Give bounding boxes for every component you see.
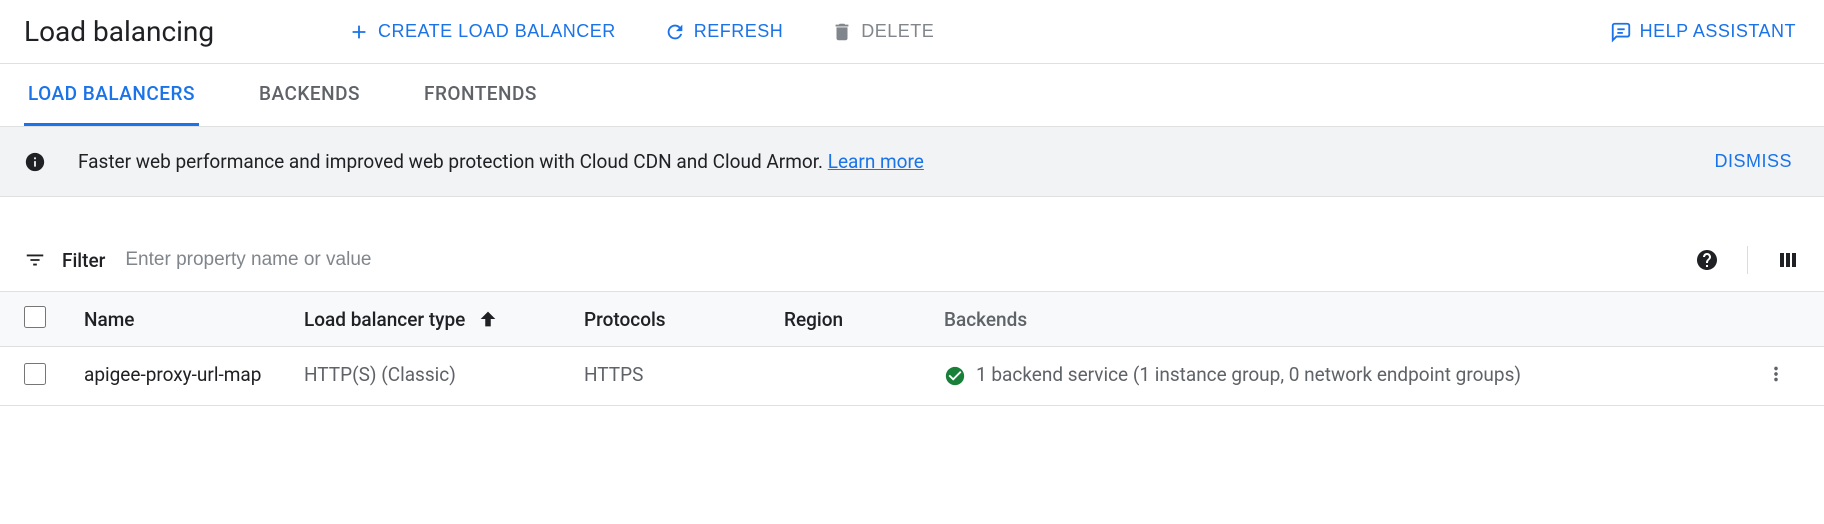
column-header-backends[interactable]: Backends xyxy=(944,308,1752,331)
info-banner: Faster web performance and improved web … xyxy=(0,127,1824,197)
help-icon[interactable] xyxy=(1695,248,1719,272)
check-circle-icon xyxy=(944,365,966,387)
dismiss-button[interactable]: DISMISS xyxy=(1706,147,1800,176)
column-header-type[interactable]: Load balancer type xyxy=(304,308,584,331)
cell-type: HTTP(S) (Classic) xyxy=(304,363,584,386)
banner-text: Faster web performance and improved web … xyxy=(78,150,1674,173)
delete-button[interactable]: DELETE xyxy=(827,13,938,51)
column-header-protocols[interactable]: Protocols xyxy=(584,308,784,331)
create-load-balancer-button[interactable]: CREATE LOAD BALANCER xyxy=(344,13,620,51)
row-checkbox[interactable] xyxy=(24,363,46,385)
filter-bar: Filter xyxy=(0,229,1824,291)
table-header: Name Load balancer type Protocols Region… xyxy=(0,291,1824,347)
backends-text: 1 backend service (1 instance group, 0 n… xyxy=(976,363,1521,386)
page-title: Load balancing xyxy=(24,15,304,48)
filter-label: Filter xyxy=(62,249,105,272)
cell-protocols: HTTPS xyxy=(584,363,784,386)
cell-backends: 1 backend service (1 instance group, 0 n… xyxy=(944,363,1752,387)
sort-ascending-icon xyxy=(477,308,499,330)
chat-icon xyxy=(1610,21,1632,43)
refresh-label: REFRESH xyxy=(694,21,784,42)
column-header-type-label: Load balancer type xyxy=(304,308,465,331)
filter-icon xyxy=(24,249,46,271)
plus-icon xyxy=(348,21,370,43)
banner-message: Faster web performance and improved web … xyxy=(78,150,828,173)
trash-icon xyxy=(831,21,853,43)
filter-input[interactable] xyxy=(121,245,1679,275)
page-header: Load balancing CREATE LOAD BALANCER REFR… xyxy=(0,0,1824,64)
info-icon xyxy=(24,151,46,173)
columns-icon[interactable] xyxy=(1776,248,1800,272)
help-label: HELP ASSISTANT xyxy=(1640,21,1796,42)
table-row[interactable]: apigee-proxy-url-map HTTP(S) (Classic) H… xyxy=(0,347,1824,406)
help-assistant-button[interactable]: HELP ASSISTANT xyxy=(1606,13,1800,51)
tab-backends[interactable]: BACKENDS xyxy=(255,64,364,126)
more-vert-icon[interactable] xyxy=(1765,363,1787,385)
column-header-name[interactable]: Name xyxy=(84,308,304,331)
tab-load-balancers[interactable]: LOAD BALANCERS xyxy=(24,64,199,126)
table: Name Load balancer type Protocols Region… xyxy=(0,291,1824,406)
tab-frontends[interactable]: FRONTENDS xyxy=(420,64,541,126)
column-header-region[interactable]: Region xyxy=(784,308,944,331)
create-label: CREATE LOAD BALANCER xyxy=(378,21,616,42)
refresh-button[interactable]: REFRESH xyxy=(660,13,788,51)
divider xyxy=(1747,246,1748,274)
select-all-checkbox[interactable] xyxy=(24,306,46,328)
refresh-icon xyxy=(664,21,686,43)
learn-more-link[interactable]: Learn more xyxy=(828,150,924,173)
tabs: LOAD BALANCERS BACKENDS FRONTENDS xyxy=(0,64,1824,127)
cell-name[interactable]: apigee-proxy-url-map xyxy=(84,363,304,386)
delete-label: DELETE xyxy=(861,21,934,42)
